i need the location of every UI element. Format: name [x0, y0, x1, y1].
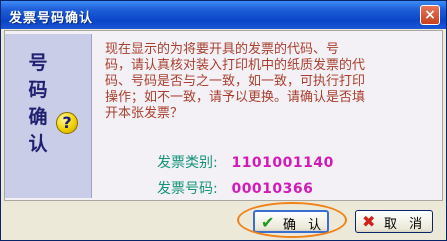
- invoice-number-value: 00010366: [231, 181, 314, 197]
- invoice-number-label: 发票号码:: [157, 181, 218, 197]
- close-button[interactable]: ×: [420, 5, 440, 25]
- invoice-type-value: 1101001140: [231, 155, 334, 171]
- confirm-button-label: 确 认: [283, 218, 326, 233]
- side-panel: 号码确认 ?: [5, 34, 92, 198]
- cancel-button-label: 取 消: [384, 217, 427, 232]
- confirm-button[interactable]: ✔ 确 认: [253, 210, 329, 233]
- cross-icon: ✖: [362, 212, 376, 231]
- invoice-number-row: 发票号码: 00010366: [157, 178, 313, 198]
- side-title: 号码确认: [28, 52, 48, 155]
- close-icon: ×: [424, 7, 436, 23]
- cancel-button[interactable]: ✖ 取 消: [355, 210, 433, 233]
- invoice-type-row: 发票类别: 1101001140: [157, 152, 334, 172]
- invoice-type-label: 发票类别:: [157, 155, 218, 171]
- window-title: 发票号码确认: [9, 11, 94, 26]
- title-bar[interactable]: 发票号码确认 ×: [1, 1, 446, 29]
- question-icon: ?: [56, 112, 78, 134]
- dialog-window: 发票号码确认 × 号码确认 ? 现在显示的为将要开具的发票的代码、号 码，请认真…: [0, 0, 447, 241]
- confirm-message: 现在显示的为将要开具的发票的代码、号 码，请认真核对装入打印机中的纸质发票的代 …: [105, 42, 366, 121]
- check-icon: ✔: [261, 213, 275, 232]
